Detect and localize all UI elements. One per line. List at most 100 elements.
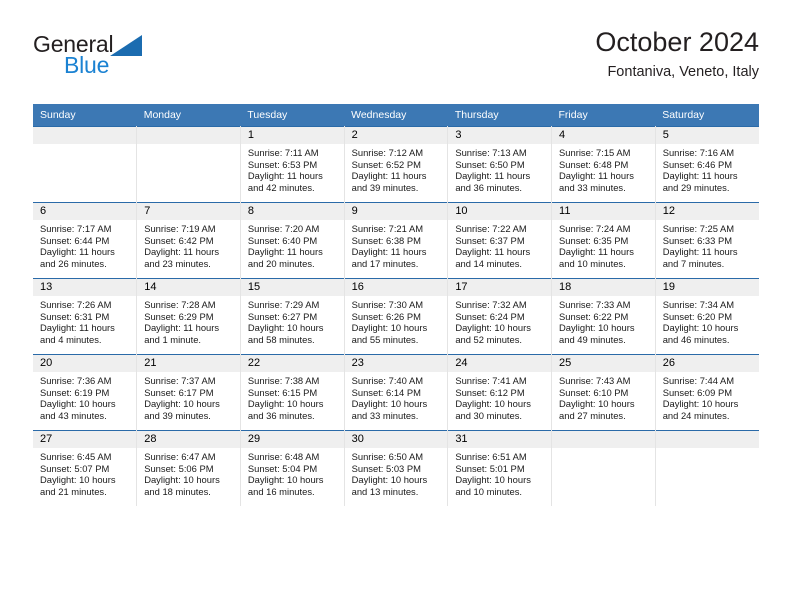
calendar-day-cell-empty	[655, 430, 759, 506]
sunset-text: Sunset: 6:37 PM	[455, 234, 525, 246]
sunrise-text: Sunrise: 7:19 AM	[144, 223, 216, 234]
page-subtitle: Fontaniva, Veneto, Italy	[607, 64, 759, 80]
day-number: 7	[137, 203, 240, 220]
logo-text-blue: Blue	[64, 52, 110, 78]
calendar-day-cell-empty	[551, 430, 656, 506]
calendar-day-cell[interactable]: 25 Sunrise: 7:43 AM Sunset: 6:10 PM Dayligh…	[551, 354, 656, 431]
sunset-text: Sunset: 6:52 PM	[351, 158, 421, 170]
daylight-text: Daylight: 11 hours and 39 minutes.	[351, 170, 427, 193]
day-number: 8	[240, 203, 344, 220]
calendar-day-cell[interactable]: 20 Sunrise: 7:36 AM Sunset: 6:19 PM Dayligh…	[33, 354, 138, 431]
calendar-week-row: 20 Sunrise: 7:36 AM Sunset: 6:19 PM Dayligh…	[33, 354, 759, 431]
sunrise-text: Sunrise: 6:51 AM	[455, 451, 527, 462]
daylight-text: Daylight: 11 hours and 42 minutes.	[247, 170, 323, 193]
sunset-text: Sunset: 5:01 PM	[455, 462, 525, 474]
day-details: Sunrise: 7:25 AM Sunset: 6:33 PM Daylight:…	[656, 220, 759, 269]
calendar-day-cell[interactable]: 2 Sunrise: 7:12 AM Sunset: 6:52 PM Daylight…	[344, 126, 449, 203]
sunrise-text: Sunrise: 6:47 AM	[144, 451, 216, 462]
sunset-text: Sunset: 5:04 PM	[247, 462, 318, 474]
sunrise-text: Sunrise: 7:20 AM	[247, 223, 320, 234]
calendar-day-cell[interactable]: 30 Sunrise: 6:50 AM Sunset: 5:03 PM Dayligh…	[344, 430, 449, 506]
calendar-day-cell[interactable]: 16 Sunrise: 7:30 AM Sunset: 6:26 PM Dayligh…	[344, 278, 449, 355]
sunrise-text: Sunrise: 6:50 AM	[351, 451, 424, 462]
daylight-text: Daylight: 10 hours and 43 minutes.	[40, 398, 116, 421]
day-details: Sunrise: 7:15 AM Sunset: 6:48 PM Daylight:…	[552, 144, 655, 193]
calendar-day-cell[interactable]: 23 Sunrise: 7:40 AM Sunset: 6:14 PM Dayligh…	[344, 354, 449, 431]
calendar-day-cell[interactable]: 19 Sunrise: 7:34 AM Sunset: 6:20 PM Dayligh…	[655, 278, 759, 355]
day-details: Sunrise: 7:33 AM Sunset: 6:22 PM Daylight:…	[552, 296, 655, 345]
generalblue-logo: General Blue	[33, 32, 233, 88]
day-details: Sunrise: 7:22 AM Sunset: 6:37 PM Daylight:…	[448, 220, 551, 269]
day-details: Sunrise: 7:34 AM Sunset: 6:20 PM Daylight:…	[656, 296, 759, 345]
sunrise-text: Sunrise: 6:48 AM	[247, 451, 320, 462]
calendar-day-cell[interactable]: 24 Sunrise: 7:41 AM Sunset: 6:12 PM Dayligh…	[447, 354, 553, 431]
daylight-text: Daylight: 10 hours and 16 minutes.	[247, 474, 324, 497]
calendar-day-cell[interactable]: 11 Sunrise: 7:24 AM Sunset: 6:35 PM Dayligh…	[551, 202, 656, 279]
page-title: October 2024	[595, 27, 759, 57]
day-number: 11	[552, 203, 655, 220]
day-details: Sunrise: 7:43 AM Sunset: 6:10 PM Daylight:…	[552, 372, 655, 421]
sunset-text: Sunset: 6:38 PM	[351, 234, 421, 246]
calendar-day-cell[interactable]: 1 Sunrise: 7:11 AM Sunset: 6:53 PM Daylight…	[240, 126, 345, 203]
calendar-day-cell[interactable]: 9 Sunrise: 7:21 AM Sunset: 6:38 PM Daylight…	[344, 202, 449, 279]
sunset-text: Sunset: 6:15 PM	[247, 386, 318, 398]
sunrise-text: Sunrise: 7:24 AM	[559, 223, 631, 234]
day-details: Sunrise: 7:28 AM Sunset: 6:29 PM Daylight:…	[137, 296, 240, 345]
calendar-day-cell-empty	[136, 126, 241, 203]
calendar-day-cell[interactable]: 7 Sunrise: 7:19 AM Sunset: 6:42 PM Daylight…	[136, 202, 241, 279]
day-details: Sunrise: 7:24 AM Sunset: 6:35 PM Daylight:…	[552, 220, 655, 269]
sunset-text: Sunset: 6:17 PM	[144, 386, 214, 398]
sunset-text: Sunset: 6:40 PM	[247, 234, 318, 246]
sunset-text: Sunset: 6:27 PM	[247, 310, 318, 322]
daylight-text: Daylight: 11 hours and 29 minutes.	[662, 170, 738, 193]
sunrise-text: Sunrise: 7:43 AM	[559, 375, 631, 386]
sunset-text: Sunset: 5:07 PM	[40, 462, 110, 474]
day-number	[137, 127, 240, 144]
sunrise-text: Sunrise: 7:32 AM	[455, 299, 527, 310]
day-number: 26	[655, 355, 759, 372]
calendar-day-cell[interactable]: 28 Sunrise: 6:47 AM Sunset: 5:06 PM Dayligh…	[136, 430, 241, 506]
calendar-grid: Sunday Monday Tuesday Wednesday Thursday…	[33, 104, 759, 506]
calendar-day-cell[interactable]: 3 Sunrise: 7:13 AM Sunset: 6:50 PM Daylight…	[447, 126, 553, 203]
calendar-day-cell[interactable]: 17 Sunrise: 7:32 AM Sunset: 6:24 PM Dayligh…	[447, 278, 553, 355]
day-details: Sunrise: 7:32 AM Sunset: 6:24 PM Daylight:…	[448, 296, 551, 345]
sunrise-text: Sunrise: 7:28 AM	[144, 299, 216, 310]
daylight-text: Daylight: 10 hours and 13 minutes.	[351, 474, 428, 497]
sunset-text: Sunset: 6:19 PM	[40, 386, 110, 398]
day-number: 29	[240, 431, 344, 448]
calendar-day-cell[interactable]: 4 Sunrise: 7:15 AM Sunset: 6:48 PM Daylight…	[551, 126, 656, 203]
day-details: Sunrise: 7:16 AM Sunset: 6:46 PM Daylight:…	[656, 144, 759, 193]
calendar-day-cell[interactable]: 27 Sunrise: 6:45 AM Sunset: 5:07 PM Dayligh…	[33, 430, 138, 506]
day-number: 12	[655, 203, 759, 220]
calendar-day-cell[interactable]: 12 Sunrise: 7:25 AM Sunset: 6:33 PM Dayligh…	[655, 202, 759, 279]
calendar-day-cell[interactable]: 13 Sunrise: 7:26 AM Sunset: 6:31 PM Dayligh…	[33, 278, 138, 355]
calendar-day-cell[interactable]: 21 Sunrise: 7:37 AM Sunset: 6:17 PM Dayligh…	[136, 354, 241, 431]
day-number: 27	[33, 431, 137, 448]
sunrise-text: Sunrise: 7:26 AM	[40, 299, 112, 310]
daylight-text: Daylight: 10 hours and 55 minutes.	[351, 322, 428, 345]
calendar-day-cell[interactable]: 18 Sunrise: 7:33 AM Sunset: 6:22 PM Dayligh…	[551, 278, 656, 355]
daylight-text: Daylight: 10 hours and 58 minutes.	[247, 322, 324, 345]
daylight-text: Daylight: 10 hours and 49 minutes.	[559, 322, 635, 345]
calendar-day-cell[interactable]: 29 Sunrise: 6:48 AM Sunset: 5:04 PM Dayligh…	[240, 430, 345, 506]
calendar-day-cell[interactable]: 15 Sunrise: 7:29 AM Sunset: 6:27 PM Dayligh…	[240, 278, 345, 355]
day-details: Sunrise: 7:36 AM Sunset: 6:19 PM Daylight:…	[33, 372, 136, 421]
sunrise-text: Sunrise: 7:44 AM	[662, 375, 735, 386]
calendar-day-cell[interactable]: 31 Sunrise: 6:51 AM Sunset: 5:01 PM Dayligh…	[447, 430, 553, 506]
calendar-day-cell[interactable]: 10 Sunrise: 7:22 AM Sunset: 6:37 PM Dayligh…	[447, 202, 553, 279]
calendar-day-cell[interactable]: 6 Sunrise: 7:17 AM Sunset: 6:44 PM Daylight…	[33, 202, 138, 279]
calendar-day-cell[interactable]: 26 Sunrise: 7:44 AM Sunset: 6:09 PM Dayligh…	[655, 354, 759, 431]
day-number: 16	[344, 279, 448, 296]
day-number: 14	[137, 279, 240, 296]
sunrise-text: Sunrise: 7:33 AM	[559, 299, 631, 310]
calendar-day-cell[interactable]: 5 Sunrise: 7:16 AM Sunset: 6:46 PM Daylight…	[655, 126, 759, 203]
weekday-header-saturday: Saturday	[655, 104, 759, 127]
daylight-text: Daylight: 10 hours and 21 minutes.	[40, 474, 116, 497]
weekday-header-monday: Monday	[136, 104, 241, 127]
calendar-day-cell[interactable]: 8 Sunrise: 7:20 AM Sunset: 6:40 PM Daylight…	[240, 202, 345, 279]
daylight-text: Daylight: 11 hours and 4 minutes.	[40, 322, 115, 345]
sunset-text: Sunset: 5:03 PM	[351, 462, 421, 474]
calendar-day-cell[interactable]: 22 Sunrise: 7:38 AM Sunset: 6:15 PM Dayligh…	[240, 354, 345, 431]
daylight-text: Daylight: 11 hours and 17 minutes.	[351, 246, 427, 269]
calendar-day-cell[interactable]: 14 Sunrise: 7:28 AM Sunset: 6:29 PM Dayligh…	[136, 278, 241, 355]
